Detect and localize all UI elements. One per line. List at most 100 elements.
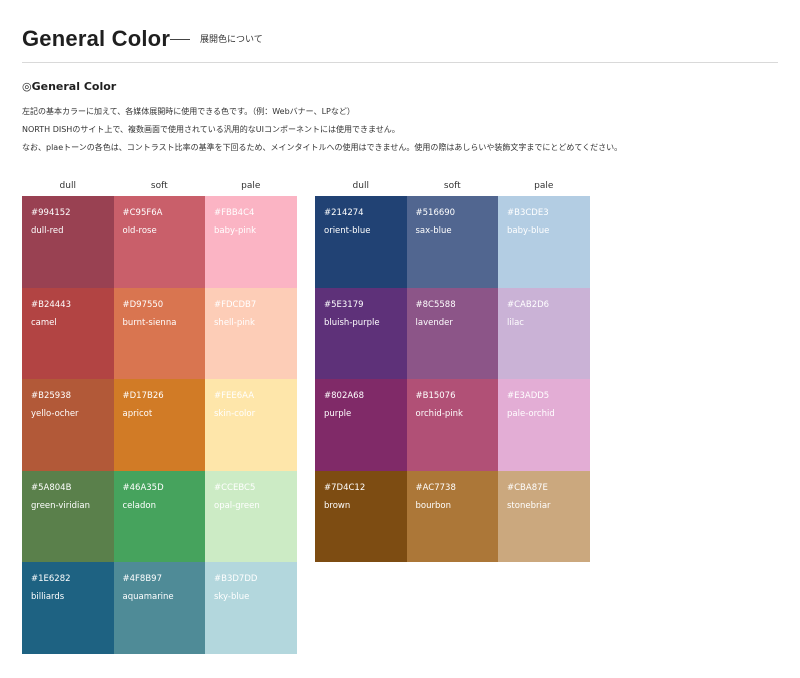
color-swatch: #802A68 purple	[315, 379, 407, 471]
color-swatch: #CAB2D6 lilac	[498, 287, 590, 379]
page-header: General Color 展開色について	[22, 24, 778, 63]
swatch-color-name: burnt-sienna	[122, 317, 177, 328]
swatch-hex-code: #FBB4C4	[214, 208, 255, 218]
color-swatch: #4F8B97 aquamarine	[113, 562, 205, 654]
swatch-color-name: brown	[324, 500, 351, 511]
color-swatch: #5A804B green-viridian	[22, 470, 114, 562]
swatch-hex-code: #B3CDE3	[507, 208, 549, 218]
palette-column-headers: dull soft pale	[22, 178, 297, 196]
swatch-color-name: skin-color	[214, 409, 256, 419]
swatch-color-name: shell-pink	[214, 317, 255, 328]
swatch-hex-code: #5A804B	[31, 482, 72, 493]
color-swatch: #FEE6AA skin-color	[205, 379, 297, 471]
color-swatch: #994152 dull-red	[22, 196, 114, 288]
color-swatch: #B25938 yello-ocher	[22, 379, 114, 471]
swatch-hex-code: #8C5588	[415, 299, 456, 310]
swatch-color-name: dull-red	[31, 226, 64, 236]
description-line: なお、plaeトーンの各色は、コントラスト比率の基準を下回るため、メインタイトル…	[22, 143, 623, 152]
color-swatch: #214274 orient-blue	[315, 196, 407, 288]
swatch-hex-code: #D17B26	[122, 391, 164, 401]
column-header: dull	[352, 181, 369, 191]
swatch-color-name: apricot	[122, 409, 153, 419]
palette-warm: dull soft pale #994152 dull-red #C95F6A old-ro…	[22, 178, 297, 654]
page-subtitle: 展開色について	[200, 35, 263, 45]
color-swatch: #FDCDB7 shell-pink	[205, 287, 297, 379]
color-swatch: #5E3179 bluish-purple	[315, 287, 407, 379]
swatch-color-name: orchid-pink	[415, 409, 463, 419]
palette-column-headers: dull soft pale	[315, 178, 590, 196]
swatch-hex-code: #46A35D	[122, 482, 164, 493]
swatch-hex-code: #994152	[31, 208, 71, 218]
color-swatch: #AC7738 bourbon	[406, 470, 498, 562]
column-header: pale	[534, 181, 554, 191]
color-swatch: #FBB4C4 baby-pink	[205, 196, 297, 288]
swatch-color-name: opal-green	[214, 500, 260, 511]
color-swatch: #7D4C12 brown	[315, 470, 407, 562]
palette-cool: dull soft pale #214274 orient-blue #516690 sax…	[315, 178, 590, 562]
color-swatch: #1E6282 billiards	[22, 562, 114, 654]
color-swatch: #B3CDE3 baby-blue	[498, 196, 590, 288]
swatch-color-name: billiards	[31, 592, 65, 602]
color-swatch: #46A35D celadon	[113, 470, 205, 562]
swatch-hex-code: #E3ADD5	[507, 391, 550, 401]
swatch-color-name: sax-blue	[415, 226, 452, 236]
swatch-hex-code: #FEE6AA	[214, 391, 255, 401]
swatch-hex-code: #FDCDB7	[214, 299, 257, 310]
color-swatch: #D17B26 apricot	[113, 379, 205, 471]
swatch-hex-code: #214274	[324, 208, 364, 218]
swatch-color-name: baby-pink	[214, 226, 257, 236]
swatch-hex-code: #B3D7DD	[214, 574, 258, 584]
swatch-hex-code: #516690	[415, 208, 456, 218]
swatch-hex-code: #802A68	[324, 391, 364, 401]
swatch-color-name: yello-ocher	[31, 409, 79, 419]
color-swatch: #B3D7DD sky-blue	[205, 562, 297, 654]
swatch-hex-code: #1E6282	[31, 574, 71, 584]
section-description: 左記の基本カラーに加えて、各媒体展開時に使用できる色です。（例：Webバナー、L…	[22, 103, 622, 157]
column-header: pale	[241, 181, 261, 191]
description-line: NORTH DISHのサイト上で、複数画面で使用されている汎用的なUIコンポーネ…	[22, 125, 400, 134]
section-heading: ◎General Color	[22, 80, 117, 93]
swatch-grid: #214274 orient-blue #516690 sax-blue #B3CDE3…	[315, 196, 590, 562]
column-header: soft	[443, 181, 461, 191]
swatch-hex-code: #CBA87E	[507, 482, 548, 493]
color-swatch: #CCEBC5 opal-green	[205, 470, 297, 562]
color-swatch: #CBA87E stonebriar	[498, 470, 590, 562]
swatch-hex-code: #CCEBC5	[214, 482, 256, 493]
swatch-hex-code: #C95F6A	[122, 208, 163, 218]
color-swatch: #B15076 orchid-pink	[406, 379, 498, 471]
swatch-color-name: bluish-purple	[324, 317, 380, 328]
swatch-hex-code: #B15076	[415, 391, 456, 401]
swatch-color-name: bourbon	[415, 500, 451, 511]
color-swatch: #D97550 burnt-sienna	[113, 287, 205, 379]
swatch-color-name: baby-blue	[507, 226, 550, 236]
column-header: dull	[59, 181, 76, 191]
swatch-color-name: lilac	[507, 317, 524, 328]
swatch-grid: #994152 dull-red #C95F6A old-rose #FBB4C4 bab…	[22, 196, 297, 654]
swatch-hex-code: #4F8B97	[122, 574, 162, 584]
color-swatch: #B24443 camel	[22, 287, 114, 379]
swatch-hex-code: #B24443	[31, 299, 71, 310]
color-swatch: #E3ADD5 pale-orchid	[498, 379, 590, 471]
swatch-hex-code: #D97550	[122, 299, 164, 310]
color-swatch: #516690 sax-blue	[406, 196, 498, 288]
color-swatch: #C95F6A old-rose	[113, 196, 205, 288]
description-line: 左記の基本カラーに加えて、各媒体展開時に使用できる色です。（例：Webバナー、L…	[22, 107, 355, 116]
swatch-hex-code: #AC7738	[415, 482, 456, 493]
page-title: General Color	[22, 26, 171, 51]
swatch-color-name: orient-blue	[324, 226, 371, 236]
swatch-hex-code: #CAB2D6	[507, 299, 550, 310]
swatch-color-name: pale-orchid	[507, 409, 555, 419]
swatch-hex-code: #7D4C12	[324, 482, 366, 493]
swatch-hex-code: #B25938	[31, 391, 71, 401]
swatch-color-name: old-rose	[122, 226, 157, 236]
swatch-color-name: stonebriar	[507, 500, 551, 511]
swatch-color-name: camel	[31, 317, 57, 328]
column-header: soft	[150, 181, 168, 191]
title-divider-dash	[170, 39, 190, 40]
swatch-color-name: purple	[324, 409, 352, 419]
swatch-hex-code: #5E3179	[324, 299, 364, 310]
swatch-color-name: lavender	[415, 317, 453, 328]
swatch-color-name: sky-blue	[214, 592, 250, 602]
color-swatch: #8C5588 lavender	[406, 287, 498, 379]
swatch-color-name: celadon	[122, 500, 156, 511]
